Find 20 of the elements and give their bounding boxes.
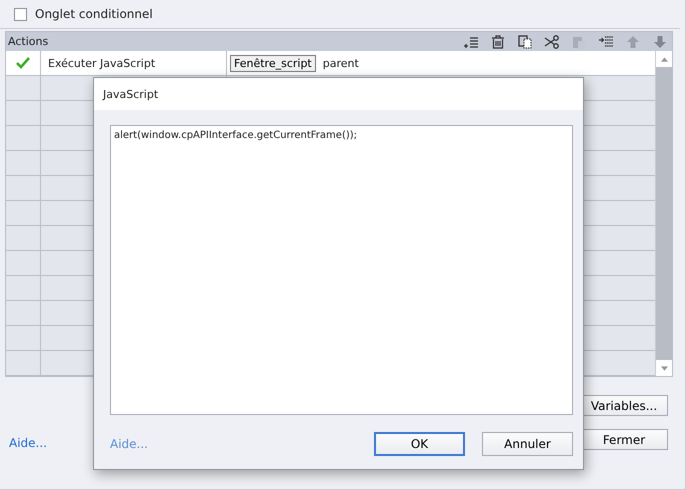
table-cell: Exécuter JavaScript (48, 56, 156, 70)
cancel-button[interactable]: Annuler (482, 432, 573, 456)
actions-title: Actions (8, 35, 48, 48)
checkbox-label: Onglet conditionnel (35, 7, 153, 21)
table-cell: parent (322, 56, 359, 70)
scroll-down-icon[interactable] (660, 366, 668, 370)
dialog-title: JavaScript (103, 88, 158, 100)
scrollbar[interactable] (655, 51, 672, 376)
trash-icon[interactable] (490, 34, 506, 50)
insert-row-icon[interactable] (598, 34, 614, 50)
copy-icon[interactable] (517, 34, 533, 50)
scissors-icon[interactable] (544, 34, 560, 50)
checkbox[interactable] (14, 8, 27, 20)
parameter-button[interactable]: Fenêtre_script (230, 54, 316, 72)
code-field[interactable]: alert(window.cpAPIInterface.getCurrentFrame()); (110, 125, 573, 415)
up-arrow-icon[interactable] (625, 34, 641, 50)
ok-button[interactable]: OK (374, 432, 465, 456)
help-link[interactable]: Aide... (9, 436, 47, 450)
down-arrow-icon[interactable] (652, 34, 668, 50)
scroll-up-icon[interactable] (660, 56, 668, 62)
